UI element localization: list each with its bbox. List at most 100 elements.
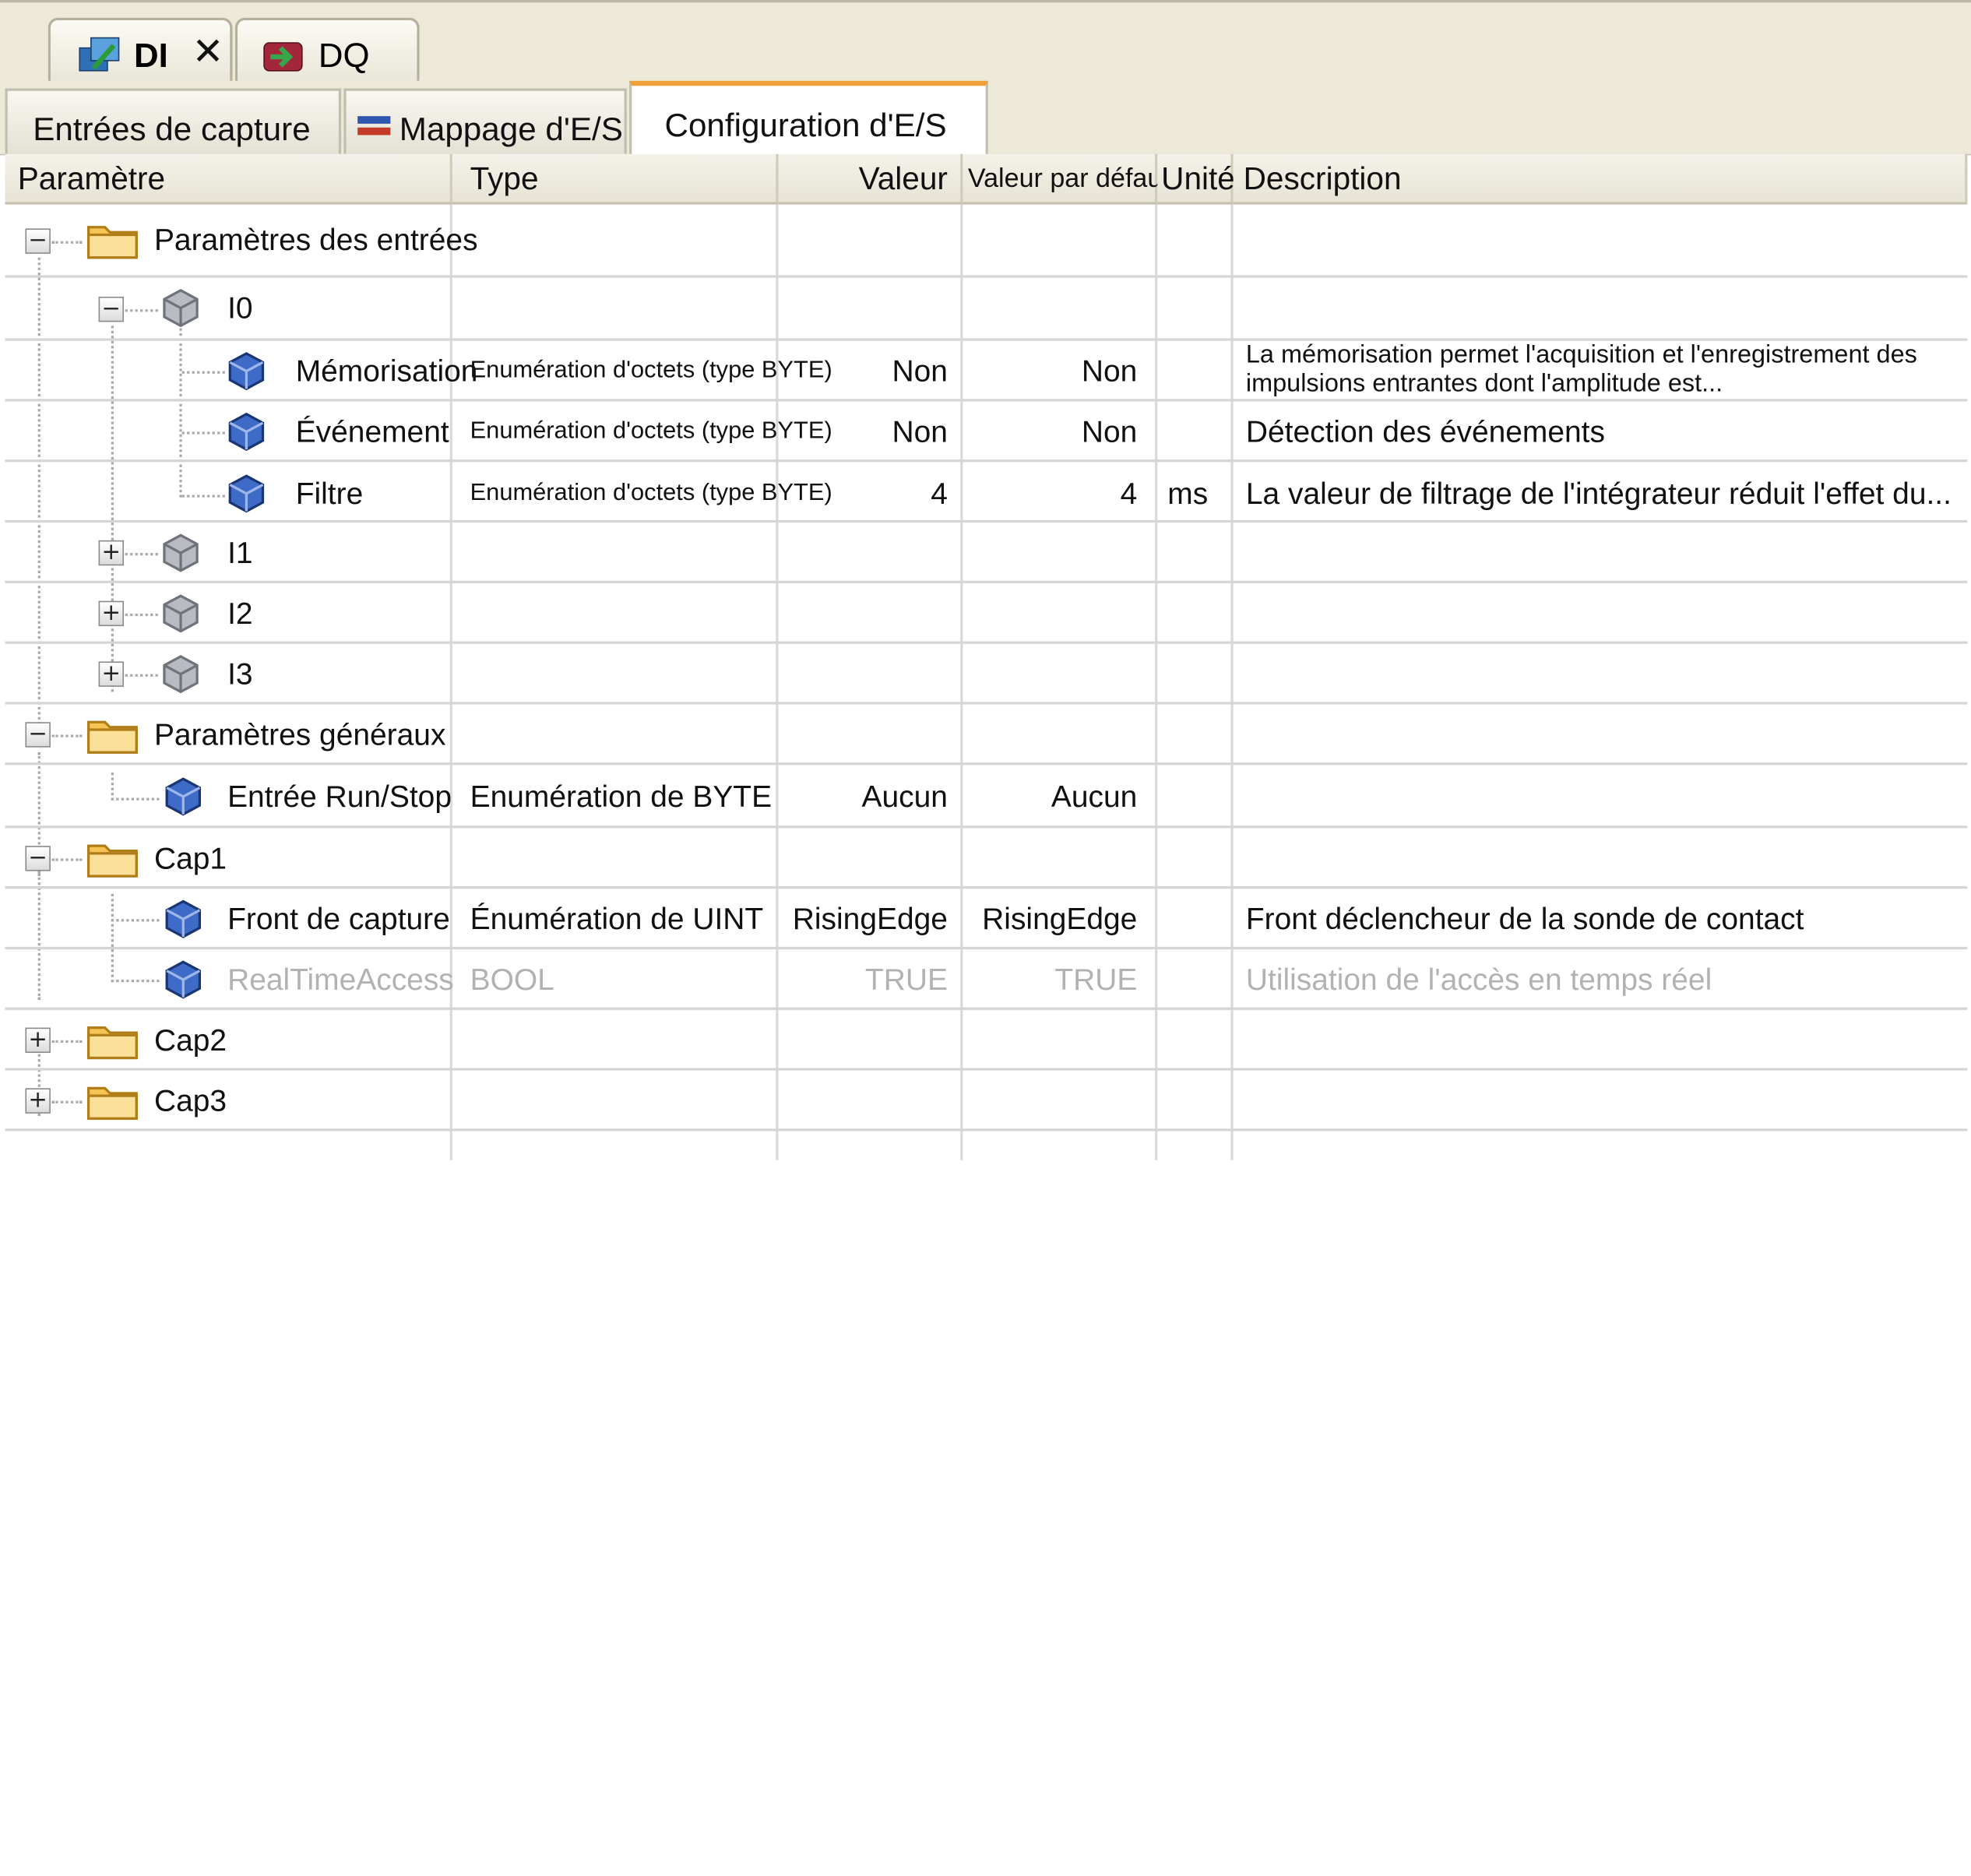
parameter-icon [165, 777, 201, 816]
tree-row-evenement[interactable]: Événement Enumération d'octets (type BYT… [5, 402, 1968, 463]
tab-configuration-es-label: Configuration d'E/S [664, 106, 947, 144]
tree-line [181, 431, 225, 435]
description-cell: La valeur de filtrage de l'intégrateur r… [1245, 477, 1952, 512]
folder-icon [86, 1026, 138, 1060]
type-cell: Énumération de UINT [470, 903, 764, 937]
column-header-parametre-label: Paramètre [17, 161, 166, 197]
mapping-icon [357, 116, 391, 136]
tree-line [51, 1040, 83, 1044]
tree-label: Paramètres généraux [153, 718, 446, 753]
tab-entrees-capture[interactable]: Entrées de capture [5, 88, 342, 154]
value-cell[interactable]: Non [779, 355, 948, 390]
description-cell: impulsions entrantes dont l'amplitude es… [1245, 369, 1723, 398]
collapse-icon[interactable]: − [25, 722, 51, 748]
tree-line [111, 979, 160, 983]
column-header-type-label: Type [470, 161, 539, 197]
tree-line [181, 371, 225, 374]
editor-tab-di-label: DI [133, 37, 168, 75]
tree-row-front-capture[interactable]: Front de capture Énumération de UINT Ris… [5, 889, 1968, 950]
tab-mappage-es[interactable]: Mappage d'E/S [343, 88, 627, 154]
collapse-icon[interactable]: − [98, 296, 125, 322]
tree-label: Paramètres des entrées [153, 223, 478, 258]
folder-icon [86, 720, 138, 754]
tree-line [51, 1100, 83, 1103]
close-icon[interactable]: ✕ [192, 30, 224, 75]
device-di-icon [79, 37, 120, 72]
tree-label: Front de capture [227, 903, 450, 937]
expand-icon[interactable]: + [98, 600, 125, 627]
channel-icon [163, 655, 199, 694]
parameter-icon [228, 474, 265, 513]
editor-tab-bar: DI ✕ DQ [0, 0, 1971, 83]
tree-row-parametres-entrees[interactable]: − Paramètres des entrées [5, 205, 1968, 278]
tree-label: Cap1 [153, 842, 227, 877]
tree-row-i1[interactable]: + I1 [5, 523, 1968, 583]
parameter-icon [165, 899, 201, 938]
tree-row-i2[interactable]: + I2 [5, 583, 1968, 644]
tree-label: Filtre [295, 477, 364, 512]
column-header-valeur-defaut[interactable]: Valeur par défaut [963, 153, 1170, 205]
channel-icon [163, 594, 199, 633]
parameter-icon [228, 412, 265, 451]
value-cell: TRUE [864, 963, 948, 998]
tree-row-cap2[interactable]: + Cap2 [5, 1010, 1968, 1071]
expand-icon[interactable]: + [98, 540, 125, 566]
tree-row-memorisation[interactable]: Mémorisation Enumération d'octets (type … [5, 340, 1968, 402]
tree-row-parametres-generaux[interactable]: − Paramètres généraux [5, 705, 1968, 766]
column-header-unite-label: Unité [1161, 161, 1235, 197]
tree-row-cap1[interactable]: − Cap1 [5, 828, 1968, 889]
tree-line [181, 495, 225, 498]
channel-icon [163, 289, 199, 328]
tree-label: Cap3 [153, 1084, 227, 1119]
column-header-description[interactable]: Description [1233, 153, 1968, 205]
folder-icon [86, 1086, 138, 1120]
collapse-icon[interactable]: − [25, 228, 51, 254]
tree-line [125, 613, 158, 617]
tree-line [111, 919, 160, 922]
tree-label: Cap2 [153, 1023, 227, 1058]
expand-icon[interactable]: + [98, 661, 125, 687]
value-cell[interactable]: 4 [779, 477, 948, 512]
description-cell: Utilisation de l'accès en temps réel [1245, 963, 1712, 998]
editor-tab-dq[interactable]: DQ [234, 17, 420, 83]
description-cell: Détection des événements [1245, 415, 1605, 450]
tree-label: I3 [227, 657, 253, 692]
tree-label: RealTimeAccess [227, 963, 454, 998]
tab-configuration-es[interactable]: Configuration d'E/S [629, 80, 988, 157]
unit-cell: ms [1167, 477, 1209, 512]
tree-row-realtimeaccess[interactable]: RealTimeAccess BOOL TRUE TRUE Utilisatio… [5, 949, 1968, 1010]
tree-line [51, 858, 83, 861]
tree-row-i3[interactable]: + I3 [5, 644, 1968, 705]
tree-label: Mémorisation [295, 354, 478, 389]
tree-row-cap3[interactable]: + Cap3 [5, 1071, 1968, 1132]
tree-row-i0[interactable]: − I0 [5, 278, 1968, 341]
value-cell[interactable]: Non [779, 415, 948, 450]
tree-line [125, 553, 158, 556]
column-header-unite[interactable]: Unité [1157, 153, 1235, 205]
tree-line [111, 797, 160, 801]
tab-mappage-es-label: Mappage d'E/S [399, 110, 623, 148]
column-header-description-label: Description [1243, 161, 1402, 197]
column-header-valeur-defaut-label: Valeur par défaut [967, 164, 1170, 194]
column-header-parametre[interactable]: Paramètre [5, 153, 452, 205]
column-header-type[interactable]: Type [452, 153, 779, 205]
type-cell: BOOL [470, 963, 554, 998]
tree-label: Événement [295, 415, 449, 450]
channel-icon [163, 533, 199, 572]
value-cell[interactable]: Aucun [779, 780, 948, 815]
default-value-cell: TRUE [1054, 963, 1138, 998]
editor-tab-di[interactable]: DI ✕ [48, 17, 233, 83]
expand-icon[interactable]: + [25, 1027, 51, 1053]
tree-line [125, 309, 158, 312]
description-cell: Front déclencheur de la sonde de contact [1245, 903, 1804, 937]
parameter-grid: Paramètre Type Valeur Valeur par défaut … [5, 153, 1968, 1160]
tree-line [51, 734, 83, 737]
tree-row-entree-run-stop[interactable]: Entrée Run/Stop Enumération de BYTE Aucu… [5, 765, 1968, 829]
description-cell: La mémorisation permet l'acquisition et … [1245, 340, 1917, 369]
value-cell[interactable]: RisingEdge [779, 903, 948, 938]
tree-row-filtre[interactable]: Filtre Enumération d'octets (type BYTE) … [5, 462, 1968, 523]
column-header-valeur[interactable]: Valeur [778, 153, 963, 205]
default-value-cell: Non [1081, 415, 1138, 450]
expand-icon[interactable]: + [25, 1088, 51, 1114]
collapse-icon[interactable]: − [25, 846, 51, 871]
